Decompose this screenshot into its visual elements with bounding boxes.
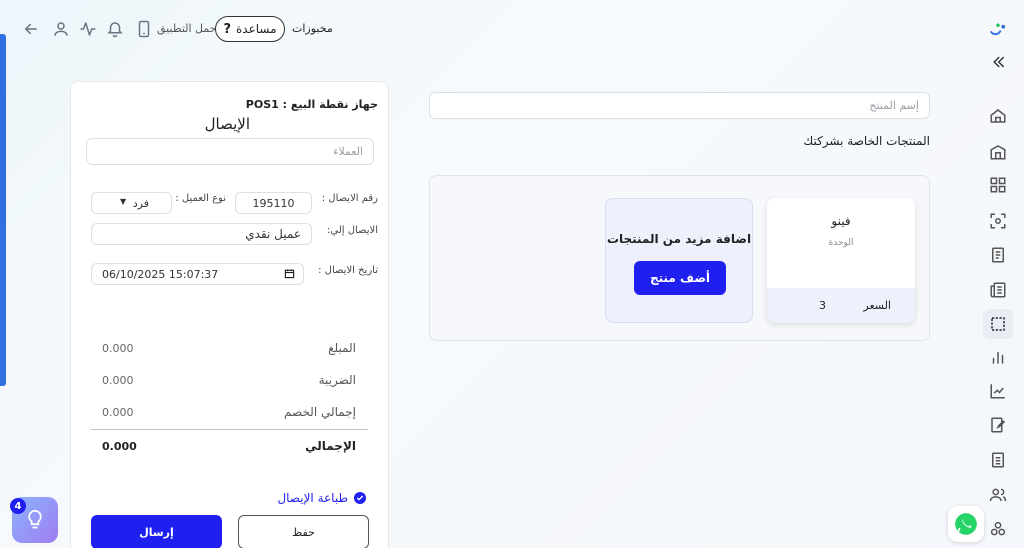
users-icon[interactable] — [987, 484, 1009, 506]
customer-type-label: نوع العميل : — [175, 193, 226, 204]
company-products-title: المنتجات الخاصة بشركتك — [803, 134, 930, 148]
mobile-phone-icon[interactable] — [133, 18, 155, 40]
scan-icon[interactable] — [987, 210, 1009, 232]
send-button[interactable]: إرسال — [91, 515, 222, 548]
app-download-link[interactable]: حمل التطبيق — [157, 22, 217, 35]
bell-icon[interactable] — [104, 18, 126, 40]
lightbulb-icon — [28, 509, 42, 529]
pos-device-label: جهاز نقطة البيع : POS1 — [245, 98, 378, 111]
activity-icon[interactable] — [77, 18, 99, 40]
back-arrow-icon[interactable] — [20, 18, 42, 40]
building-icon[interactable] — [987, 141, 1009, 163]
total-value: 0.000 — [102, 440, 137, 453]
summary-divider — [91, 429, 368, 430]
receipt-number-label: رقم الايصال : — [321, 193, 378, 204]
print-receipt-option[interactable]: طباعة الإيصال — [277, 491, 366, 505]
customer-type-value: فرد — [132, 197, 149, 210]
sidebar — [974, 0, 1024, 548]
save-button[interactable]: حفظ — [238, 515, 369, 548]
bar-chart-icon[interactable] — [987, 346, 1009, 368]
receipt-to-label: الايصال إلي: — [327, 225, 378, 236]
chevron-down-icon: ▼ — [120, 197, 127, 206]
product-card[interactable]: فينو الوحدة السعر 3 — [767, 198, 915, 323]
total-label: الإجمالي — [305, 439, 356, 453]
discount-label: إجمالي الخصم — [284, 405, 356, 419]
scroll-edge-bar — [0, 34, 6, 386]
help-button[interactable]: مساعدة ? — [215, 16, 285, 42]
calendar-icon — [284, 268, 295, 282]
home-icon[interactable] — [987, 105, 1009, 127]
edit-note-icon[interactable] — [987, 414, 1009, 436]
receipt-panel: جهاز نقطة البيع : POS1 الإيصال العملاء ر… — [70, 81, 389, 548]
pos-selection-icon[interactable] — [987, 313, 1009, 335]
document-list-icon[interactable] — [987, 244, 1009, 266]
customer-type-select[interactable]: ▼ فرد — [91, 192, 172, 214]
product-price: 3 — [819, 299, 826, 312]
line-chart-icon[interactable] — [987, 380, 1009, 402]
product-search-input[interactable]: إسم المنتج — [429, 92, 930, 119]
whatsapp-icon — [955, 513, 977, 535]
amount-label: المبلغ — [328, 341, 356, 355]
print-receipt-label: طباعة الإيصال — [277, 491, 348, 505]
receipt-title: الإيصال — [204, 115, 250, 133]
add-more-title: اضافة مزيد من المنتجات — [606, 232, 752, 246]
tax-label: الضريبة — [318, 373, 356, 387]
user-profile-icon[interactable] — [50, 18, 72, 40]
customers-input[interactable]: العملاء — [86, 138, 374, 165]
question-icon: ? — [223, 21, 231, 37]
tax-value: 0.000 — [102, 374, 134, 387]
checkbox-checked-icon[interactable] — [354, 492, 366, 504]
receipt-to-field[interactable]: عميل نقدي — [91, 223, 312, 245]
add-more-products-card: اضافة مزيد من المنتجات أضف منتج — [605, 198, 753, 323]
receipt-number-field[interactable]: 195110 — [235, 192, 312, 214]
whatsapp-button[interactable] — [948, 506, 984, 542]
newspaper-icon[interactable] — [987, 279, 1009, 301]
invoice-icon[interactable] — [987, 449, 1009, 471]
help-label: مساعدة — [236, 22, 277, 36]
collapse-chevrons-icon[interactable] — [987, 51, 1009, 73]
receipt-date-field[interactable]: 06/10/2025 15:07:37 — [91, 263, 304, 285]
add-product-button[interactable]: أضف منتج — [634, 261, 726, 295]
product-price-label: السعر — [863, 299, 891, 312]
tips-count-badge: 4 — [10, 498, 26, 514]
grid-dashboard-icon[interactable] — [987, 174, 1009, 196]
amount-value: 0.000 — [102, 342, 134, 355]
receipt-date-label: تاريخ الايصال : — [318, 265, 378, 276]
receipt-date-value: 06/10/2025 15:07:37 — [102, 267, 219, 281]
discount-value: 0.000 — [102, 406, 134, 419]
product-name: فينو — [831, 214, 851, 228]
brand-logo-icon[interactable] — [987, 18, 1009, 40]
product-unit: الوحدة — [828, 238, 854, 248]
stores-link[interactable]: مخبوزات — [292, 22, 333, 35]
cubes-icon[interactable] — [987, 518, 1009, 540]
